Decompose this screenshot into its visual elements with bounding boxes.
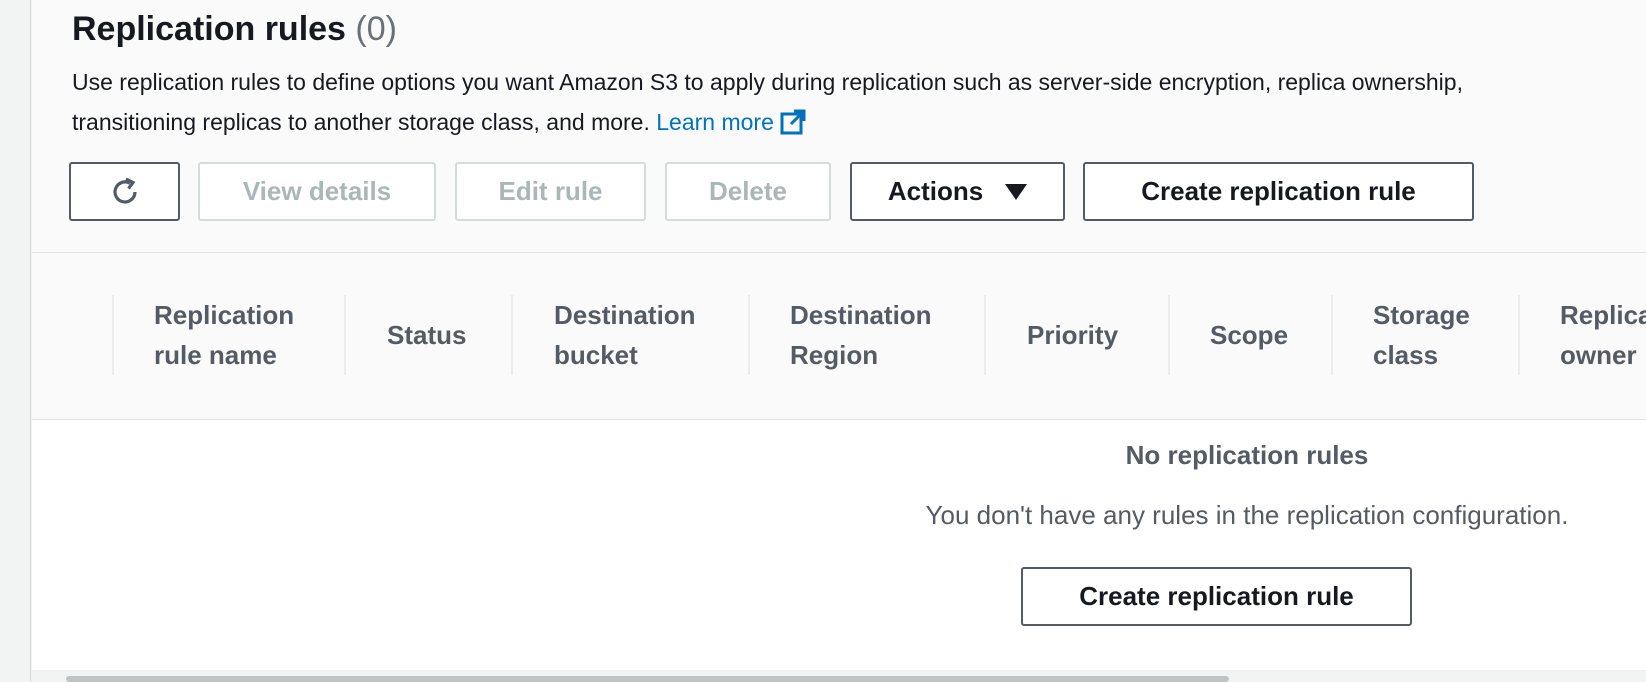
edit-rule-button[interactable]: Edit rule xyxy=(455,162,646,221)
table-header: Replication rule name Status Destination b… xyxy=(32,253,1646,420)
column-header-storage-class[interactable]: Storage class xyxy=(1373,295,1470,375)
view-details-button[interactable]: View details xyxy=(198,162,436,221)
replication-rules-panel: Replication rules (0) Use replication ru… xyxy=(32,0,1646,682)
column-separator xyxy=(344,295,346,375)
column-header-replica-owner[interactable]: Replica owner xyxy=(1560,295,1646,375)
table-body: No replication rules You don't have any … xyxy=(32,420,1646,670)
page-title: Replication rules (0) xyxy=(72,10,397,49)
external-link-icon xyxy=(780,107,806,135)
column-header-priority[interactable]: Priority xyxy=(1027,295,1118,375)
column-header-rule-name[interactable]: Replication rule name xyxy=(154,295,294,375)
title-text: Replication rules xyxy=(72,10,346,48)
column-separator xyxy=(984,295,986,375)
actions-dropdown-button[interactable]: Actions xyxy=(850,162,1065,221)
column-separator xyxy=(112,295,114,375)
refresh-button[interactable] xyxy=(69,162,180,221)
column-header-scope[interactable]: Scope xyxy=(1210,295,1288,375)
panel-header: Replication rules (0) Use replication ru… xyxy=(32,0,1646,253)
empty-state-title: No replication rules xyxy=(1125,440,1369,470)
rule-count: (0) xyxy=(355,10,397,48)
column-separator xyxy=(1331,295,1333,375)
create-replication-rule-button[interactable]: Create replication rule xyxy=(1083,162,1474,221)
refresh-icon xyxy=(108,175,142,209)
column-separator xyxy=(1168,295,1170,375)
empty-state-description: You don't have any rules in the replicat… xyxy=(925,500,1569,530)
column-header-destination-bucket[interactable]: Destination bucket xyxy=(554,295,696,375)
delete-button[interactable]: Delete xyxy=(665,162,831,221)
column-separator xyxy=(511,295,513,375)
column-separator xyxy=(748,295,750,375)
section-description: Use replication rules to define options … xyxy=(72,62,1592,142)
empty-state-create-rule-button[interactable]: Create replication rule xyxy=(1021,567,1412,626)
learn-more-label: Learn more xyxy=(656,109,774,135)
scrollbar-thumb[interactable] xyxy=(66,676,1229,682)
column-header-status[interactable]: Status xyxy=(387,295,466,375)
caret-down-icon xyxy=(1005,183,1028,200)
column-separator xyxy=(1518,295,1520,375)
left-gutter xyxy=(0,0,31,682)
actions-label: Actions xyxy=(887,176,984,206)
column-header-destination-region[interactable]: Destination Region xyxy=(790,295,932,375)
learn-more-link[interactable]: Learn more xyxy=(656,109,806,135)
